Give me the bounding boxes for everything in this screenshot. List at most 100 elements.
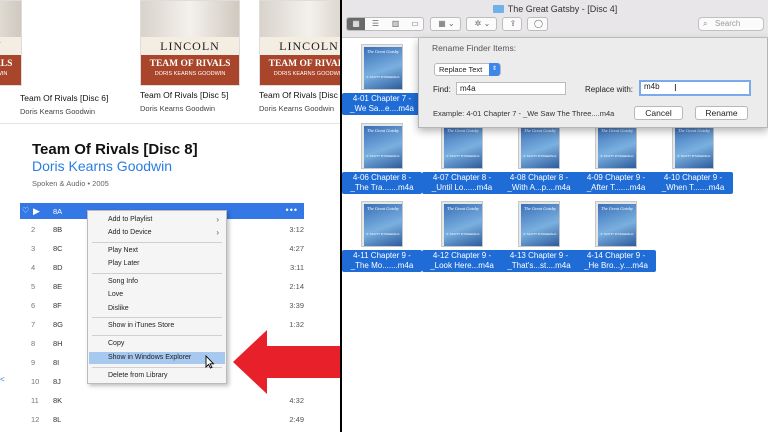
album-cover[interactable]: LINCOLN TEAM OF RIVALS DORIS KEARNS GOOD… [0,0,22,86]
menu-item-play-later[interactable]: Play Later [89,258,225,270]
gallery-view-icon[interactable]: ▭ [406,18,424,30]
file-item[interactable]: The Great Gatsby F. SCOTT FITZGERALD 4-14… [576,201,656,281]
more-icon[interactable]: ••• [286,205,298,215]
list-view-icon[interactable]: ☰ [366,18,385,30]
search-input[interactable]: ⌕ Search [698,17,764,31]
search-placeholder: Search [715,19,741,28]
track-name: 8C [53,244,63,253]
group-button[interactable]: ▦ ⌄ [430,17,461,31]
album-title[interactable]: Team Of Rivals [Disc 5] [140,90,240,100]
menu-item-add-to-playlist[interactable]: Add to Playlist › [89,214,225,226]
album-cover[interactable]: LINCOLN TEAM OF RIVALS DORIS KEARNS GOOD… [259,0,340,86]
rename-button[interactable]: Rename [695,106,748,120]
art-author: F. SCOTT FITZGERALD [600,232,634,236]
chevron-right-icon: › [216,228,219,237]
file-thumbnail: The Great Gatsby F. SCOTT FITZGERALD [518,201,560,247]
file-label[interactable]: 4-01 Chapter 7 - _We Sa...e....m4a [342,93,422,115]
track-name: 8L [53,415,62,424]
column-view-icon[interactable]: ▥ [386,18,405,30]
track-number: 11 [31,396,39,405]
album-title[interactable]: Team Of Rivals [Disc 4] [259,90,340,100]
album-artist[interactable]: Doris Kearns Goodwin [140,104,240,113]
menu-item-show-in-store[interactable]: Show in iTunes Store [89,320,225,332]
track-time: 4:27 [289,244,304,253]
album-info[interactable]: Team Of Rivals [Disc 6] Doris Kearns Goo… [20,89,108,116]
cover-name: LINCOLN [160,39,220,53]
menu-item-dislike[interactable]: Dislike [89,303,225,315]
divider [0,123,340,124]
track-row[interactable]: 11 8K 4:32 [20,392,304,408]
find-value: m4a [460,84,476,93]
file-item[interactable]: The Great Gatsby F. SCOTT FITZGERALD 4-06… [342,123,422,203]
play-icon[interactable]: ▶ [33,206,40,217]
find-field[interactable]: m4a [456,82,566,95]
menu-separator [92,367,222,368]
file-item[interactable]: The Great Gatsby F. SCOTT FITZGERALD 4-07… [422,123,502,203]
file-name-line2: _That's...st....m4a [507,261,571,270]
art-author: F. SCOTT FITZGERALD [446,154,480,158]
track-name: 8E [53,282,63,291]
menu-item-delete[interactable]: Delete from Library [89,370,225,382]
rename-mode-select[interactable]: Replace Text ⇕ [434,63,501,76]
heart-icon[interactable]: ♡ [22,206,29,215]
art-title: The Great Gatsby [366,49,400,54]
album-card[interactable]: LINCOLN TEAM OF RIVALS DORIS KEARNS GOOD… [140,0,240,113]
file-label[interactable]: 4-13 Chapter 9 - _That's...st....m4a [499,250,579,272]
album-art: The Great Gatsby F. SCOTT FITZGERALD [521,126,559,168]
file-name-line2: _He Bro...y....m4a [584,261,648,270]
finder-toolbar: The Great Gatsby - [Disc 4] ▦ ☰ ▥ ▭ ▦ ⌄ … [342,0,768,38]
album-artist[interactable]: Doris Kearns Goodwin [259,104,340,113]
menu-item-love[interactable]: Love [89,289,225,301]
action-button[interactable]: ✲ ⌄ [466,17,497,31]
file-item[interactable]: The Great Gatsby F. SCOTT FITZGERALD 4-12… [422,201,502,281]
cover-name: LINCOLN [0,39,21,54]
file-label[interactable]: 4-08 Chapter 8 - _With A...p....m4a [499,172,579,194]
share-button[interactable]: ⇪ [502,17,522,31]
file-thumbnail: The Great Gatsby F. SCOTT FITZGERALD [595,123,637,169]
track-number: 4 [31,263,36,272]
file-thumbnail: The Great Gatsby F. SCOTT FITZGERALD [441,123,483,169]
file-label[interactable]: 4-12 Chapter 9 - _Look Here...m4a [422,250,502,272]
menu-item-song-info[interactable]: Song Info [89,276,225,288]
album-cover[interactable]: LINCOLN TEAM OF RIVALS DORIS KEARNS GOOD… [140,0,240,86]
replace-field[interactable]: m4b [639,80,751,96]
file-label[interactable]: 4-10 Chapter 9 - _When T.......m4a [653,172,733,194]
cover-band: TEAM OF RIVALS DORIS KEARNS GOODWIN [141,55,239,85]
file-label[interactable]: 4-06 Chapter 8 - _The Tra.......m4a [342,172,422,194]
track-time: 3:39 [289,301,304,310]
file-item[interactable]: The Great Gatsby F. SCOTT FITZGERALD 4-01… [342,44,422,124]
track-name: 8D [53,263,63,272]
track-number: 8 [31,339,36,348]
album-card[interactable]: LINCOLN TEAM OF RIVALS DORIS KEARNS GOOD… [259,0,340,113]
cover-author: DORIS KEARNS GOODWIN [273,71,340,77]
tags-button[interactable]: ◯ [527,17,548,31]
menu-item-copy[interactable]: Copy [89,338,225,350]
file-item[interactable]: The Great Gatsby F. SCOTT FITZGERALD 4-10… [653,123,733,203]
file-label[interactable]: 4-07 Chapter 8 - _Until Lo......m4a [422,172,502,194]
icon-view-icon[interactable]: ▦ [347,18,365,30]
album-title[interactable]: Team Of Rivals [Disc 6] [20,93,108,103]
art-author: F. SCOTT FITZGERALD [366,75,400,79]
file-item[interactable]: The Great Gatsby F. SCOTT FITZGERALD 4-13… [499,201,579,281]
group-icon: ▦ ⌄ [438,19,455,28]
file-item[interactable]: The Great Gatsby F. SCOTT FITZGERALD 4-11… [342,201,422,281]
album-art: The Great Gatsby F. SCOTT FITZGERALD [444,204,482,246]
file-item[interactable]: The Great Gatsby F. SCOTT FITZGERALD 4-08… [499,123,579,203]
file-item[interactable]: The Great Gatsby F. SCOTT FITZGERALD 4-09… [576,123,656,203]
file-name-line1: 4-07 Chapter 8 - [432,173,492,182]
track-row[interactable]: 12 8L 2:49 [20,411,304,427]
view-mode-control: ▦ ☰ ▥ ▭ [346,17,424,31]
album-detail-artist[interactable]: Doris Kearns Goodwin [32,158,172,174]
share-icon[interactable]: < [0,375,5,384]
album-detail-title: Team Of Rivals [Disc 8] [32,141,198,158]
menu-item-play-next[interactable]: Play Next [89,245,225,257]
file-label[interactable]: 4-11 Chapter 9 - _The Mo.......m4a [342,250,422,272]
dialog-title: Rename Finder Items: [432,43,517,53]
cancel-button[interactable]: Cancel [634,106,683,120]
album-card[interactable]: LINCOLN TEAM OF RIVALS DORIS KEARNS GOOD… [0,0,22,86]
file-label[interactable]: 4-14 Chapter 9 - _He Bro...y....m4a [576,250,656,272]
album-artist[interactable]: Doris Kearns Goodwin [20,107,108,116]
file-label[interactable]: 4-09 Chapter 9 - _After T.......m4a [576,172,656,194]
track-name: 8G [53,320,64,329]
menu-item-add-to-device[interactable]: Add to Device › [89,227,225,239]
